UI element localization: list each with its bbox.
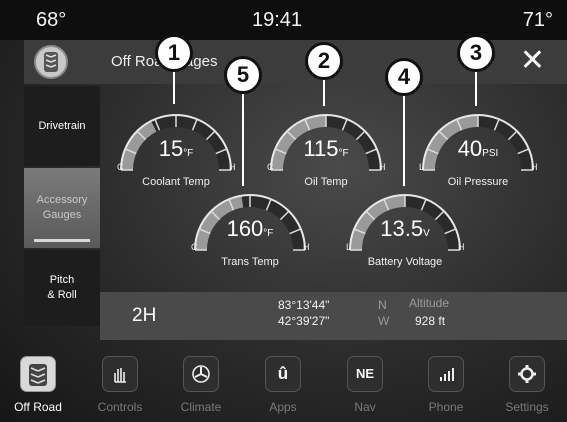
gauge-low-label: C <box>191 242 198 252</box>
clock: 19:41 <box>252 9 303 31</box>
longitude: 42°39'27" <box>278 314 330 328</box>
sidebar-item-label: & Roll <box>47 289 77 301</box>
gauge-label: Battery Voltage <box>367 256 443 268</box>
tire-icon <box>20 356 56 392</box>
sidebar-item-drivetrain[interactable]: Drivetrain <box>24 86 100 166</box>
gauge-high-label: H <box>229 162 236 172</box>
gauge-value: 15°F <box>111 136 241 162</box>
nav-climate[interactable]: Climate <box>170 354 232 420</box>
fan-icon <box>183 356 219 392</box>
gauge-low-label: L <box>346 242 352 252</box>
nav-settings[interactable]: Settings <box>496 354 558 420</box>
gauge-value: 13.5V <box>340 216 470 242</box>
nav-label: Controls <box>97 400 143 414</box>
nav-label: Nav <box>354 400 376 414</box>
altitude-value: 928 ft <box>415 314 446 328</box>
altitude-label: Altitude <box>409 296 450 310</box>
gauge-number: 15 <box>158 136 184 161</box>
nav-label: Climate <box>180 400 222 414</box>
close-button[interactable]: ✕ <box>520 46 545 76</box>
gauge-unit: PSI <box>482 148 499 159</box>
callout-line <box>403 92 405 186</box>
callout-line <box>475 68 477 106</box>
latitude: 83°13'44" <box>278 298 330 312</box>
nav-label: Phone <box>428 400 464 414</box>
callout-line <box>242 90 244 186</box>
sidebar-item-pitch-roll[interactable]: Pitch & Roll <box>24 250 100 326</box>
gps-info-bar: 2H 83°13'44" N 42°39'27" W Altitude 928 … <box>100 292 567 340</box>
sidebar-item-accessory-gauges[interactable]: Accessory Gauges <box>24 168 100 248</box>
apps-icon: û <box>265 356 301 392</box>
screen: 68° 19:41 71° Off Road Pages ✕ Drivetrai… <box>0 0 567 422</box>
outside-temp-left: 68° <box>36 9 67 31</box>
nav-nav[interactable]: NE Nav <box>334 354 396 420</box>
gauge-low-label: C <box>267 162 274 172</box>
gauge-label: Trans Temp <box>221 256 279 268</box>
nav-apps[interactable]: û Apps <box>252 354 314 420</box>
gauge-coolant: 15°F C H Coolant Temp <box>111 105 241 190</box>
callout-marker: 1 <box>155 34 193 72</box>
gauge-unit: °F <box>183 148 194 159</box>
gauge-number: 40 <box>457 136 483 161</box>
gauge-oil-temp: 115°F C H Oil Temp <box>261 105 391 190</box>
gauge-high-label: H <box>531 162 538 172</box>
callout-marker: 4 <box>385 58 423 96</box>
gear-icon <box>509 356 545 392</box>
sidebar-item-label: Accessory <box>36 194 88 206</box>
latitude-direction: N <box>378 298 387 312</box>
nav-phone[interactable]: Phone <box>415 354 477 420</box>
bottom-nav: Off Road Controls Climate û Apps NE Nav … <box>0 350 567 422</box>
callout-line <box>173 68 175 104</box>
nav-controls[interactable]: Controls <box>89 354 151 420</box>
gauge-oil-pressure: 40PSI L H Oil Pressure <box>413 105 543 190</box>
callout-line <box>323 76 325 106</box>
drive-mode: 2H <box>132 305 157 326</box>
nav-label: Apps <box>269 400 297 414</box>
gauge-value: 160°F <box>185 216 315 242</box>
gauge-number: 115 <box>303 136 339 161</box>
callout-marker: 5 <box>224 56 262 94</box>
gauge-value: 115°F <box>261 136 391 162</box>
gauge-battery: 13.5V L H Battery Voltage <box>340 185 470 270</box>
gauge-trans: 160°F C H Trans Temp <box>185 185 315 270</box>
gauge-high-label: H <box>379 162 386 172</box>
sidebar-item-label: Drivetrain <box>38 119 86 132</box>
longitude-direction: W <box>378 314 390 328</box>
gauge-high-label: H <box>303 242 310 252</box>
gauge-low-label: C <box>117 162 124 172</box>
callout-marker: 2 <box>305 42 343 80</box>
gauge-number: 160 <box>226 216 264 241</box>
nav-off-road[interactable]: Off Road <box>7 354 69 420</box>
gauge-low-label: L <box>419 162 425 172</box>
gauge-unit: °F <box>263 228 274 239</box>
gauge-unit: °F <box>338 148 349 159</box>
hand-icon <box>102 356 138 392</box>
gauge-unit: V <box>423 228 430 239</box>
gauge-value: 40PSI <box>413 136 543 162</box>
gauge-high-label: H <box>458 242 465 252</box>
compass-icon: NE <box>347 356 383 392</box>
outside-temp-right: 71° <box>522 9 553 31</box>
tire-icon <box>34 45 68 79</box>
sidebar-item-label: Pitch <box>49 274 75 286</box>
sidebar-item-label: Gauges <box>42 209 82 221</box>
nav-label: Settings <box>505 400 549 414</box>
phone-signal-icon <box>428 356 464 392</box>
nav-label: Off Road <box>14 400 62 414</box>
callout-marker: 3 <box>457 34 495 72</box>
gauge-number: 13.5 <box>380 216 424 241</box>
